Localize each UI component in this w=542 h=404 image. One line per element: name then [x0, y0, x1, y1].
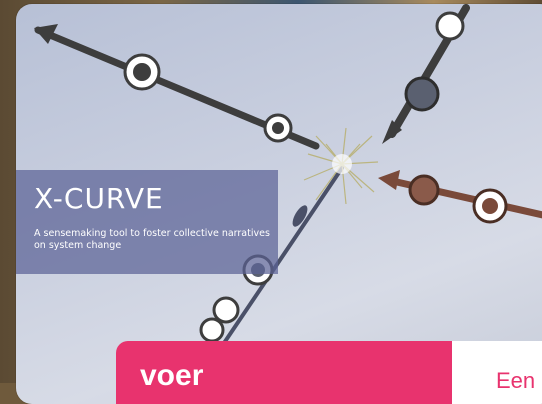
x-curve-card[interactable]: X-CURVE A sensemaking tool to foster col…: [16, 4, 542, 404]
tab-voer[interactable]: voer: [116, 341, 452, 404]
card-title: X-CURVE: [34, 182, 164, 215]
tab-een-label: Een: [496, 368, 536, 393]
title-box: X-CURVE A sensemaking tool to foster col…: [16, 170, 278, 274]
card-subtitle: A sensemaking tool to foster collective …: [34, 228, 270, 251]
tab-een[interactable]: Een: [452, 341, 542, 404]
tab-voer-label: voer: [140, 359, 204, 392]
